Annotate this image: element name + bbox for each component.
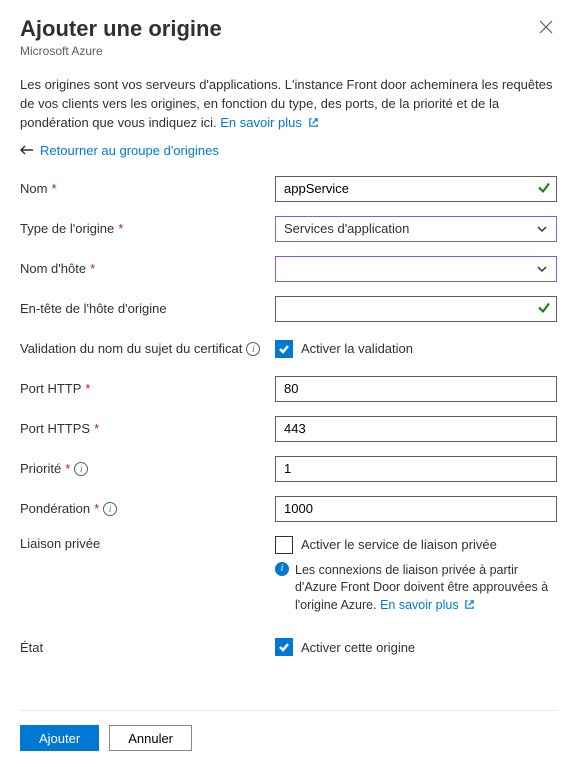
name-label: Nom bbox=[20, 181, 47, 196]
checkmark-icon bbox=[278, 343, 290, 355]
panel-subtitle: Microsoft Azure bbox=[20, 44, 222, 58]
external-link-icon bbox=[308, 117, 319, 128]
panel-title: Ajouter une origine bbox=[20, 16, 222, 42]
add-button[interactable]: Ajouter bbox=[20, 725, 99, 751]
required-indicator: * bbox=[94, 421, 99, 436]
arrow-left-icon bbox=[20, 145, 34, 155]
required-indicator: * bbox=[51, 181, 56, 196]
host-name-label: Nom d'hôte bbox=[20, 261, 86, 276]
required-indicator: * bbox=[65, 461, 70, 476]
info-icon[interactable]: i bbox=[103, 502, 117, 516]
cert-validation-label: Validation du nom du sujet du certificat bbox=[20, 341, 242, 356]
priority-label: Priorité bbox=[20, 461, 61, 476]
back-to-group-link[interactable]: Retourner au groupe d'origines bbox=[40, 143, 219, 158]
http-port-input[interactable] bbox=[275, 376, 557, 402]
info-icon[interactable]: i bbox=[74, 462, 88, 476]
priority-input[interactable] bbox=[275, 456, 557, 482]
close-button[interactable] bbox=[535, 16, 557, 41]
https-port-input[interactable] bbox=[275, 416, 557, 442]
external-link-icon bbox=[464, 599, 475, 610]
required-indicator: * bbox=[90, 261, 95, 276]
origin-type-select[interactable]: Services d'application bbox=[275, 216, 557, 242]
state-label: État bbox=[20, 640, 43, 655]
private-link-checkbox[interactable] bbox=[275, 536, 293, 554]
private-link-checkbox-label: Activer le service de liaison privée bbox=[301, 537, 497, 552]
required-indicator: * bbox=[94, 501, 99, 516]
weight-label: Pondération bbox=[20, 501, 90, 516]
name-input[interactable] bbox=[275, 176, 557, 202]
origin-host-header-label: En-tête de l'hôte d'origine bbox=[20, 301, 167, 316]
intro-text: Les origines sont vos serveurs d'applica… bbox=[20, 76, 557, 133]
https-port-label: Port HTTPS bbox=[20, 421, 90, 436]
private-link-learn-more[interactable]: En savoir plus bbox=[380, 598, 475, 612]
cert-validation-checkbox[interactable] bbox=[275, 340, 293, 358]
origin-host-header-input[interactable] bbox=[275, 296, 557, 322]
required-indicator: * bbox=[85, 381, 90, 396]
cancel-button[interactable]: Annuler bbox=[109, 725, 192, 751]
private-link-label: Liaison privée bbox=[20, 536, 100, 551]
state-checkbox[interactable] bbox=[275, 638, 293, 656]
info-icon: i bbox=[275, 562, 289, 576]
http-port-label: Port HTTP bbox=[20, 381, 81, 396]
required-indicator: * bbox=[118, 221, 123, 236]
cert-validation-checkbox-label: Activer la validation bbox=[301, 341, 413, 356]
checkmark-icon bbox=[278, 641, 290, 653]
info-icon[interactable]: i bbox=[246, 342, 260, 356]
weight-input[interactable] bbox=[275, 496, 557, 522]
chevron-down-icon bbox=[536, 263, 548, 275]
chevron-down-icon bbox=[536, 223, 548, 235]
origin-type-label: Type de l'origine bbox=[20, 221, 114, 236]
learn-more-link[interactable]: En savoir plus bbox=[220, 115, 318, 130]
host-name-select[interactable] bbox=[275, 256, 557, 282]
close-icon bbox=[539, 20, 553, 34]
state-checkbox-label: Activer cette origine bbox=[301, 640, 415, 655]
